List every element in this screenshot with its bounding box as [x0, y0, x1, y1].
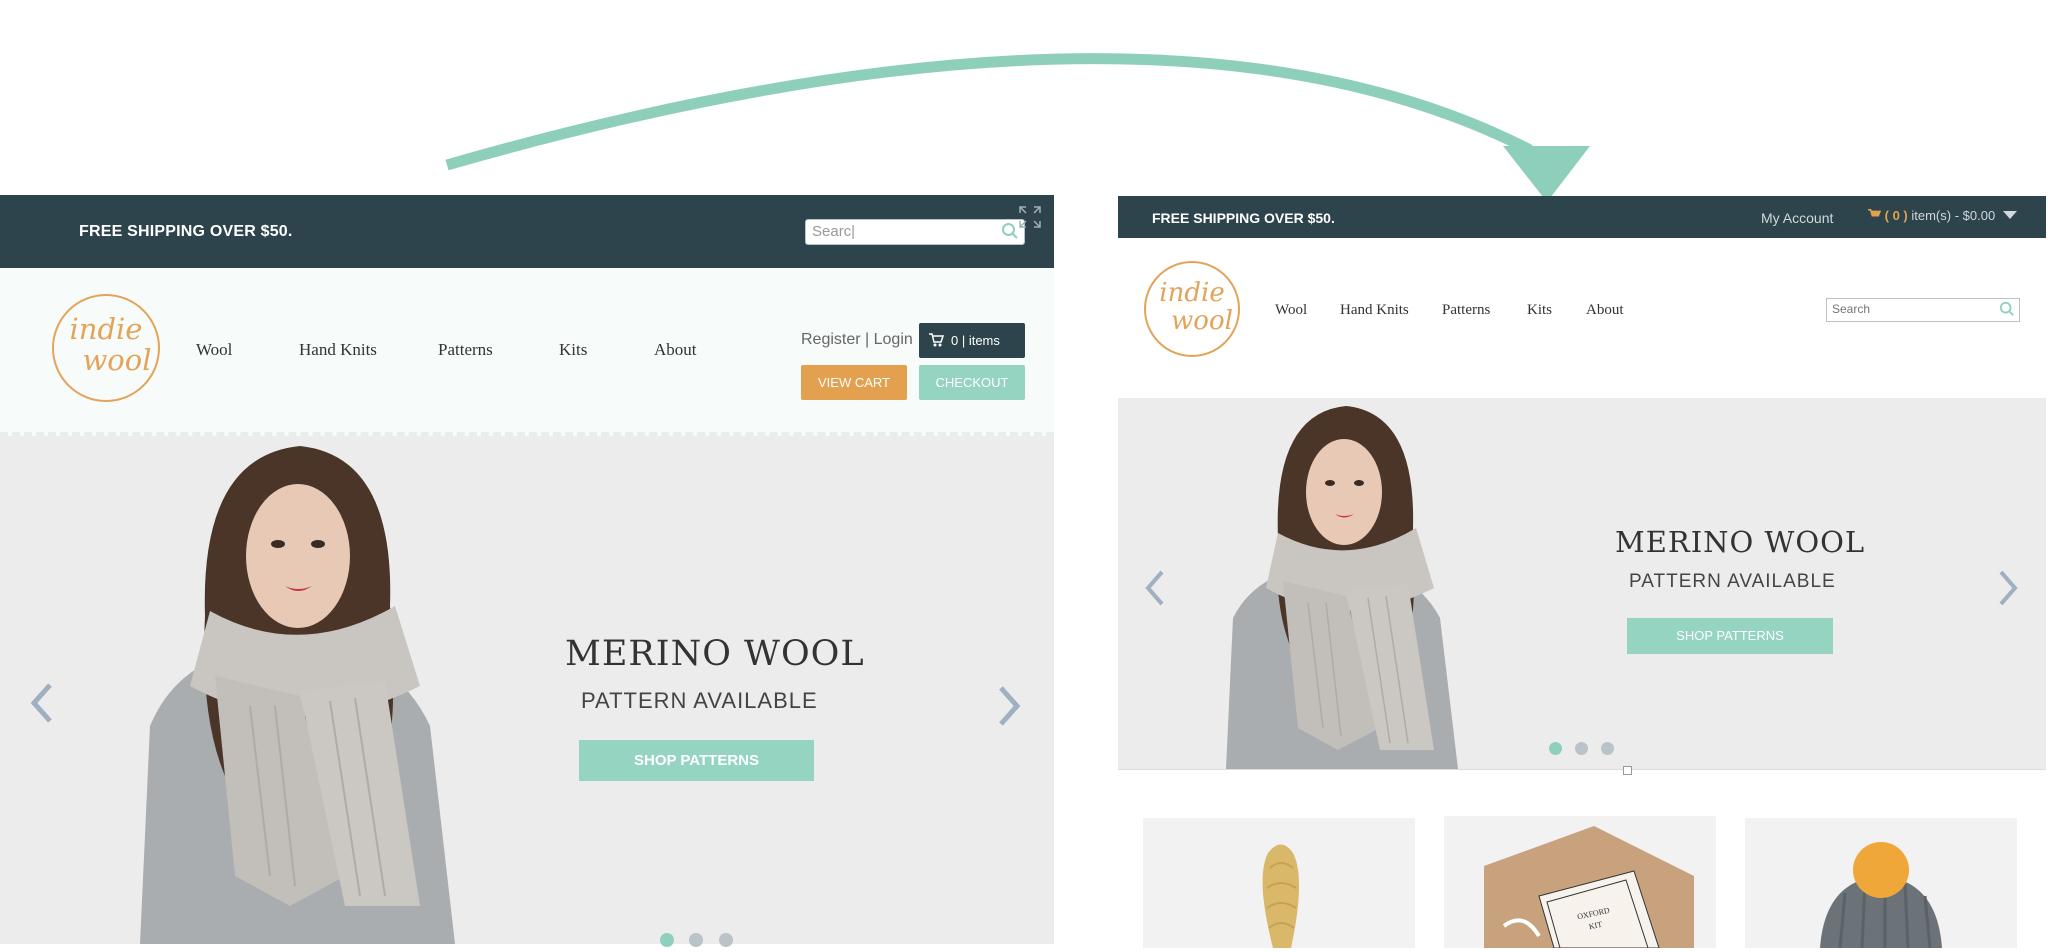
logo-line-2: wool [82, 343, 152, 377]
logo-line-1: indie [1159, 278, 1225, 308]
new-search-box[interactable] [1826, 298, 2020, 322]
cart-count: ( 0 ) [1884, 208, 1908, 223]
my-account-link[interactable]: My Account [1761, 210, 1833, 226]
old-nav-about[interactable]: About [654, 340, 697, 360]
old-hero-subtitle: PATTERN AVAILABLE [581, 688, 818, 713]
expand-icon[interactable] [1018, 205, 1042, 234]
old-chevron-left-icon[interactable] [28, 681, 56, 730]
hero-model-image [140, 446, 455, 944]
new-logo[interactable]: indie wool [1144, 261, 1240, 357]
search-icon[interactable] [1001, 222, 1019, 245]
old-shop-patterns-button[interactable]: SHOP PATTERNS [579, 740, 814, 781]
pom-pom-hat-image [1820, 842, 1942, 948]
old-cart-summary[interactable]: 0 | items [919, 323, 1025, 358]
logo-line-1: indie [69, 312, 143, 346]
old-search-box[interactable] [805, 219, 1025, 245]
new-nav-patterns[interactable]: Patterns [1442, 302, 1490, 319]
new-nav-hand-knits[interactable]: Hand Knits [1340, 302, 1409, 319]
new-hero-slider [1118, 398, 2046, 769]
oxford-kit-image: OXFORD KIT [1484, 826, 1694, 948]
new-shop-patterns-button[interactable]: SHOP PATTERNS [1627, 618, 1833, 654]
old-slide-dot-3[interactable] [719, 933, 733, 947]
new-slide-dot-1[interactable] [1549, 742, 1562, 755]
old-hero-slider [0, 436, 1054, 944]
old-chevron-right-icon[interactable] [995, 684, 1023, 733]
logo-line-2: wool [1171, 306, 1233, 336]
register-login-link[interactable]: Register | Login [801, 331, 913, 349]
old-nav-patterns[interactable]: Patterns [438, 340, 493, 360]
product-card-yarn[interactable] [1143, 818, 1415, 948]
product-card-kit[interactable]: OXFORD KIT [1444, 816, 1716, 948]
new-hero-title: MERINO WOOL [1615, 525, 1866, 559]
product-card-hat[interactable] [1745, 818, 2017, 948]
old-hero-title: MERINO WOOL [565, 634, 865, 674]
old-logo[interactable]: indie wool [52, 294, 160, 402]
view-cart-button[interactable]: VIEW CART [801, 365, 907, 400]
new-nav-kits[interactable]: Kits [1527, 302, 1552, 319]
new-cart-summary[interactable]: ( 0 ) item(s) - $0.00 [1867, 208, 2017, 223]
old-search-input[interactable] [812, 223, 992, 240]
cart-icon [1867, 208, 1885, 223]
yarn-skein-image [1262, 844, 1300, 948]
resize-handle[interactable] [1623, 766, 1632, 775]
new-hero-subtitle: PATTERN AVAILABLE [1629, 571, 1836, 592]
old-shipping-notice: FREE SHIPPING OVER $50. [79, 223, 293, 240]
cart-icon [928, 332, 945, 351]
new-chevron-right-icon[interactable] [1996, 569, 2020, 612]
hero-model-image [1226, 406, 1458, 769]
old-slide-dot-2[interactable] [689, 933, 703, 947]
new-chevron-left-icon[interactable] [1143, 569, 1167, 612]
dropdown-caret-icon[interactable] [1999, 208, 2017, 223]
checkout-button[interactable]: CHECKOUT [919, 365, 1025, 400]
cart-items-label: 0 | items [951, 333, 1000, 348]
old-slide-dot-1[interactable] [660, 933, 674, 947]
new-slide-dot-3[interactable] [1601, 742, 1614, 755]
old-nav-wool[interactable]: Wool [196, 340, 232, 360]
old-nav-hand-knits[interactable]: Hand Knits [299, 340, 377, 360]
new-slide-dot-2[interactable] [1575, 742, 1588, 755]
new-shipping-notice: FREE SHIPPING OVER $50. [1152, 210, 1335, 226]
new-nav-wool[interactable]: Wool [1275, 302, 1307, 319]
new-search-input[interactable] [1832, 302, 1992, 316]
cart-total: item(s) - $0.00 [1911, 208, 1996, 223]
new-nav-about[interactable]: About [1586, 302, 1624, 319]
old-nav-kits[interactable]: Kits [559, 340, 587, 360]
search-icon[interactable] [1999, 301, 2015, 322]
hero-divider [1118, 769, 2046, 770]
